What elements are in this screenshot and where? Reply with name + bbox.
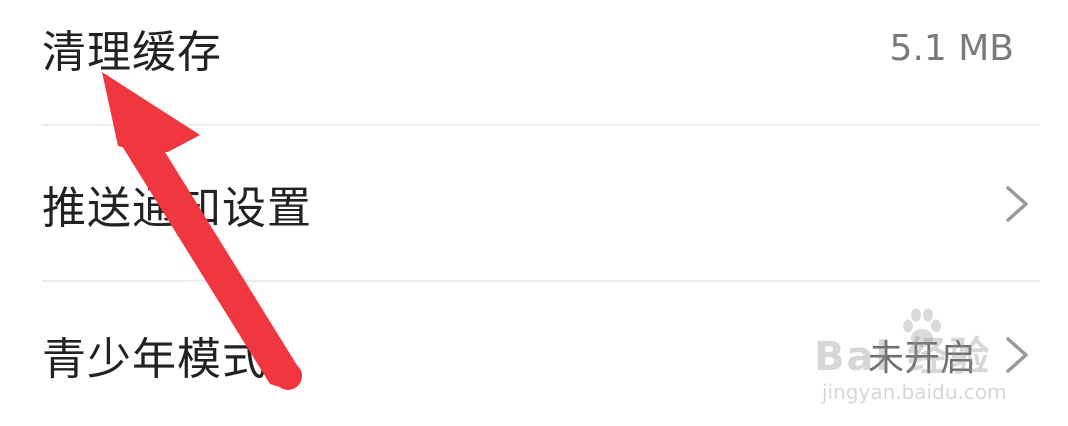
chevron-right-icon: [1006, 186, 1028, 222]
settings-screen: 清理缓存 5.1 MB 推送通知设置 青少年模式 未开启 Bai 经验 jing…: [0, 0, 1068, 426]
teen-mode-status-value: 未开启: [867, 338, 976, 379]
divider: [42, 124, 1040, 126]
settings-item-label: 清理缓存: [42, 27, 222, 78]
settings-list: 清理缓存 5.1 MB 推送通知设置 青少年模式 未开启: [0, 0, 1068, 426]
divider: [42, 280, 1040, 282]
settings-item-teen-mode[interactable]: 青少年模式 未开启: [0, 284, 1068, 426]
settings-item-clear-cache[interactable]: 清理缓存 5.1 MB: [0, 0, 1068, 96]
settings-item-label: 推送通知设置: [42, 183, 312, 234]
settings-item-push-notifications[interactable]: 推送通知设置: [0, 128, 1068, 280]
cache-size-value: 5.1 MB: [889, 27, 1014, 69]
chevron-right-icon: [1006, 337, 1028, 373]
settings-item-label: 青少年模式: [42, 334, 267, 385]
